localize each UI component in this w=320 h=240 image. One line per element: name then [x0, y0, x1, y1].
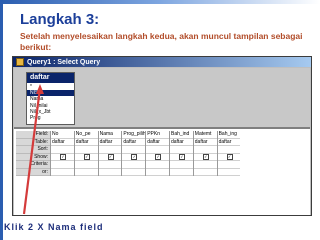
slide: Langkah 3: Setelah menyelesaikan langkah…	[0, 0, 320, 240]
instruction-caption: Klik 2 X Nama field	[4, 222, 104, 232]
pointer-arrow	[22, 84, 44, 215]
arrow-head	[36, 84, 44, 94]
arrow-line	[22, 87, 42, 215]
